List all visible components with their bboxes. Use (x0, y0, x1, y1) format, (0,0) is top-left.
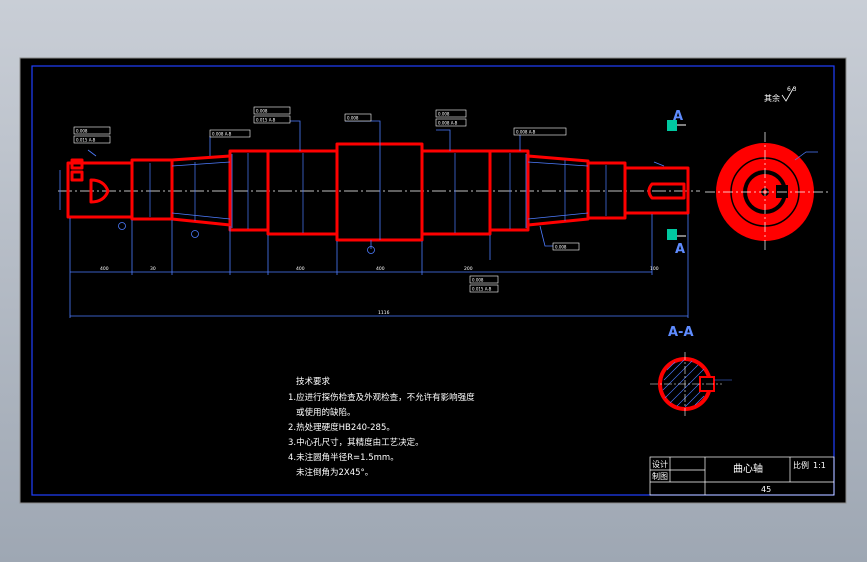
svg-text:0.015 A-B: 0.015 A-B (256, 118, 276, 123)
dim-seg-3: 400 (296, 266, 305, 272)
scale-label: 比例 (793, 460, 809, 470)
section-title: A-A (668, 325, 694, 340)
svg-text:6.3: 6.3 (787, 86, 797, 93)
tech-req-item-1: 1.应进行探伤检查及外观检查，不允许有影响强度 (288, 393, 475, 403)
tech-req-heading: 技术要求 (296, 377, 331, 387)
part-name: 曲心轴 (733, 462, 763, 475)
svg-text:0.008 A-B: 0.008 A-B (438, 121, 458, 126)
designer-label: 设计 (652, 459, 668, 469)
dim-seg-4: 400 (376, 266, 385, 272)
tech-req-item-2: 2.热处理硬度HB240-285。 (288, 423, 395, 433)
svg-text:其余: 其余 (764, 93, 780, 103)
dim-seg-1: 400 (100, 266, 109, 272)
material: 45 (761, 485, 771, 494)
svg-text:0.008: 0.008 (555, 245, 567, 250)
tech-req-item-1b: 或使用的缺陷。 (296, 408, 356, 418)
tech-req-item-3: 3.中心孔尺寸，其精度由工艺决定。 (288, 438, 424, 448)
dim-overall: 1116 (378, 310, 390, 316)
svg-text:A: A (673, 109, 683, 124)
tech-req-item-4: 4.未注圆角半径R=1.5mm。 (288, 453, 399, 463)
dim-seg-6: 100 (650, 266, 659, 272)
technical-requirements: 技术要求 1.应进行探伤检查及外观检查，不允许有影响强度 或使用的缺陷。 2.热… (288, 375, 518, 481)
svg-text:A: A (675, 242, 685, 257)
dim-seg-2: 30 (150, 266, 156, 272)
svg-text:0.015 A-B: 0.015 A-B (76, 138, 96, 143)
svg-text:0.008 A-B: 0.008 A-B (212, 132, 232, 137)
svg-text:0.008: 0.008 (438, 112, 450, 117)
scale-value: 1:1 (813, 461, 826, 470)
checker-label: 制图 (652, 471, 668, 481)
svg-text:0.008: 0.008 (256, 109, 268, 114)
svg-text:0.008: 0.008 (347, 116, 359, 121)
svg-text:0.008 A-B: 0.008 A-B (516, 130, 536, 135)
svg-text:0.008: 0.008 (472, 278, 484, 283)
svg-text:0.015 A-B: 0.015 A-B (472, 287, 492, 292)
svg-text:0.008: 0.008 (76, 129, 88, 134)
dim-seg-5: 200 (464, 266, 473, 272)
tech-req-item-4b: 未注倒角为2X45°。 (296, 468, 374, 478)
